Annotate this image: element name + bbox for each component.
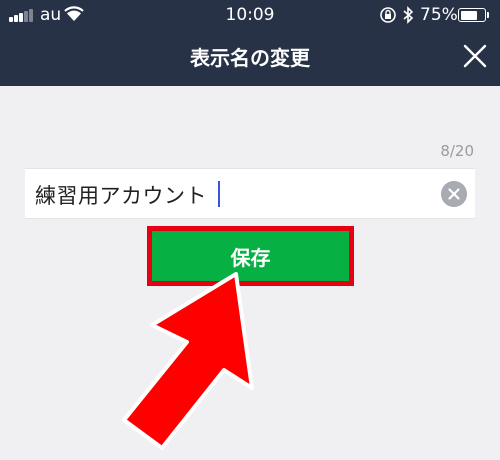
orientation-lock-icon (380, 7, 396, 23)
save-button[interactable]: 保存 (152, 231, 349, 281)
status-bar: au 10:09 75% (0, 0, 500, 30)
display-name-input[interactable]: 練習用アカウント (25, 168, 475, 219)
battery-percent: 75% (420, 5, 458, 25)
character-counter: 8/20 (440, 142, 474, 160)
clear-text-icon[interactable] (441, 181, 467, 207)
battery-icon (458, 8, 486, 22)
header-bar: au 10:09 75% 表示名の変更 (0, 0, 500, 86)
save-button-highlight: 保存 (147, 226, 354, 286)
text-caret (218, 181, 220, 207)
bluetooth-icon (403, 6, 414, 24)
page-title: 表示名の変更 (190, 46, 310, 70)
close-icon[interactable] (460, 41, 490, 71)
battery-nub (487, 12, 489, 18)
display-name-value[interactable]: 練習用アカウント (35, 180, 207, 210)
